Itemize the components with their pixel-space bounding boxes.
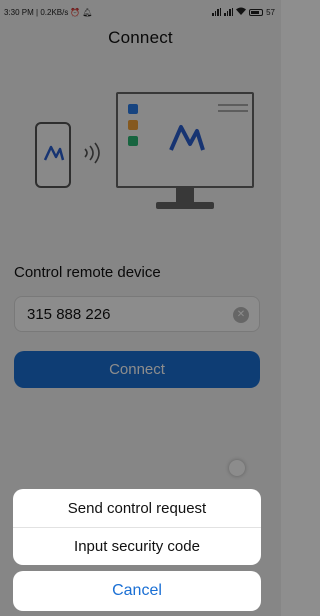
input-security-code-option[interactable]: Input security code <box>13 527 261 565</box>
cancel-button[interactable]: Cancel <box>13 571 261 611</box>
action-sheet: Send control request Input security code <box>13 489 261 565</box>
send-control-request-option[interactable]: Send control request <box>13 489 261 527</box>
